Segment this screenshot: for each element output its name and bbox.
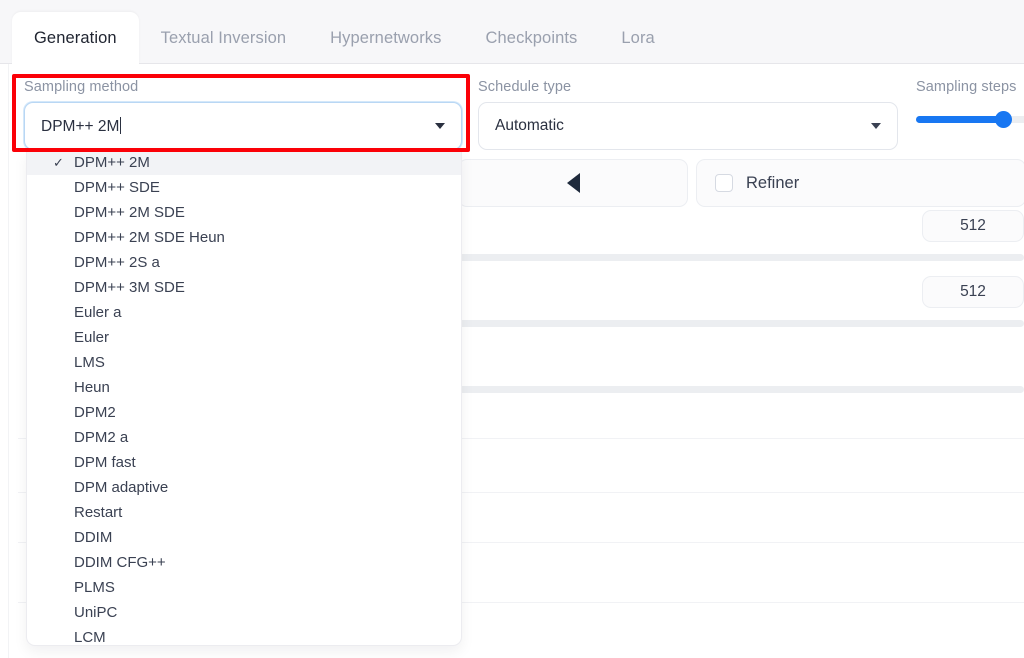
collapse-panel-button[interactable]	[458, 159, 688, 207]
dropdown-option-label: DPM adaptive	[74, 479, 168, 496]
dropdown-option[interactable]: UniPC	[27, 600, 461, 625]
dropdown-option[interactable]: DPM++ 2S a	[27, 250, 461, 275]
dropdown-option[interactable]: DPM++ 2M SDE Heun	[27, 225, 461, 250]
height-number-input[interactable]: 512	[922, 276, 1024, 308]
refiner-checkbox[interactable]	[715, 174, 733, 192]
sampling-steps-slider-thumb[interactable]	[995, 111, 1012, 128]
height-slider[interactable]	[455, 320, 1024, 327]
dropdown-option-label: LCM	[74, 629, 106, 646]
dropdown-option[interactable]: ✓ DPM++ 2M	[27, 150, 461, 175]
sampling-steps-slider-fill	[916, 116, 1003, 123]
dropdown-option-label: DPM++ 2M	[74, 154, 150, 171]
dropdown-option-label: DDIM	[74, 529, 112, 546]
tab-lora[interactable]: Lora	[599, 12, 676, 64]
tab-generation[interactable]: Generation	[12, 12, 139, 64]
dropdown-option[interactable]: Euler	[27, 325, 461, 350]
sampling-steps-slider[interactable]	[916, 116, 1024, 123]
chevron-down-icon	[871, 123, 881, 129]
sampling-method-select[interactable]: DPM++ 2M	[24, 102, 462, 150]
tab-textual-inversion[interactable]: Textual Inversion	[139, 12, 309, 64]
sampling-steps-label: Sampling steps	[916, 79, 1017, 95]
dropdown-option[interactable]: PLMS	[27, 575, 461, 600]
tab-generation-label: Generation	[34, 29, 117, 48]
dropdown-option[interactable]: DDIM CFG++	[27, 550, 461, 575]
panel-divider-left	[8, 64, 9, 658]
dropdown-option[interactable]: DPM2 a	[27, 425, 461, 450]
dropdown-option[interactable]: Euler a	[27, 300, 461, 325]
dropdown-option-label: DPM++ 2M SDE	[74, 204, 185, 221]
dropdown-option-label: Euler	[74, 329, 109, 346]
width-slider[interactable]	[455, 254, 1024, 261]
dropdown-option[interactable]: DPM2	[27, 400, 461, 425]
tab-list: Generation Textual Inversion Hypernetwor…	[12, 12, 677, 64]
triangle-left-icon	[567, 173, 580, 193]
dropdown-option[interactable]: Restart	[27, 500, 461, 525]
dropdown-option-label: Euler a	[74, 304, 122, 321]
sampling-method-dropdown[interactable]: ✓ DPM++ 2M DPM++ SDE DPM++ 2M SDE DPM++ 2M S…	[26, 150, 462, 646]
dropdown-option[interactable]: DPM++ SDE	[27, 175, 461, 200]
dropdown-option-label: DDIM CFG++	[74, 554, 166, 571]
dropdown-option[interactable]: DPM++ 3M SDE	[27, 275, 461, 300]
dropdown-option-label: DPM++ 2S a	[74, 254, 160, 271]
dropdown-option-label: Restart	[74, 504, 122, 521]
dropdown-option[interactable]: DPM fast	[27, 450, 461, 475]
dropdown-option[interactable]: DPM++ 2M SDE	[27, 200, 461, 225]
dropdown-option-label: PLMS	[74, 579, 115, 596]
tab-hypernetworks[interactable]: Hypernetworks	[308, 12, 463, 64]
tab-checkpoints[interactable]: Checkpoints	[464, 12, 600, 64]
dropdown-option-label: DPM fast	[74, 454, 136, 471]
tab-checkpoints-label: Checkpoints	[486, 29, 578, 48]
dropdown-option-label: DPM2 a	[74, 429, 128, 446]
tab-bar: Generation Textual Inversion Hypernetwor…	[0, 0, 1024, 64]
dropdown-option[interactable]: Heun	[27, 375, 461, 400]
dropdown-option-label: DPM++ SDE	[74, 179, 160, 196]
check-icon: ✓	[53, 156, 64, 169]
schedule-type-select[interactable]: Automatic	[478, 102, 898, 150]
dropdown-option[interactable]: DDIM	[27, 525, 461, 550]
tab-lora-label: Lora	[621, 29, 654, 48]
dropdown-option[interactable]: LMS	[27, 350, 461, 375]
dropdown-option-label: DPM++ 2M SDE Heun	[74, 229, 225, 246]
sampling-method-label: Sampling method	[24, 79, 138, 95]
refiner-accordion[interactable]: Refiner	[696, 159, 1024, 207]
dropdown-option-label: UniPC	[74, 604, 117, 621]
sampling-method-value: DPM++ 2M	[41, 117, 427, 136]
dropdown-option-label: Heun	[74, 379, 110, 396]
dropdown-option[interactable]: DPM adaptive	[27, 475, 461, 500]
tab-textual-inversion-label: Textual Inversion	[161, 29, 287, 48]
dropdown-option-label: LMS	[74, 354, 105, 371]
dropdown-option[interactable]: LCM	[27, 625, 461, 646]
dropdown-option-label: DPM++ 3M SDE	[74, 279, 185, 296]
text-cursor	[120, 117, 121, 134]
width-number-input[interactable]: 512	[922, 210, 1024, 242]
schedule-type-label: Schedule type	[478, 79, 571, 95]
app-root: Generation Textual Inversion Hypernetwor…	[0, 0, 1024, 658]
tab-hypernetworks-label: Hypernetworks	[330, 29, 441, 48]
schedule-type-value: Automatic	[495, 117, 863, 135]
dropdown-option-label: DPM2	[74, 404, 116, 421]
batch-count-slider[interactable]	[455, 386, 1024, 393]
refiner-label: Refiner	[746, 174, 799, 193]
chevron-down-icon	[435, 123, 445, 129]
